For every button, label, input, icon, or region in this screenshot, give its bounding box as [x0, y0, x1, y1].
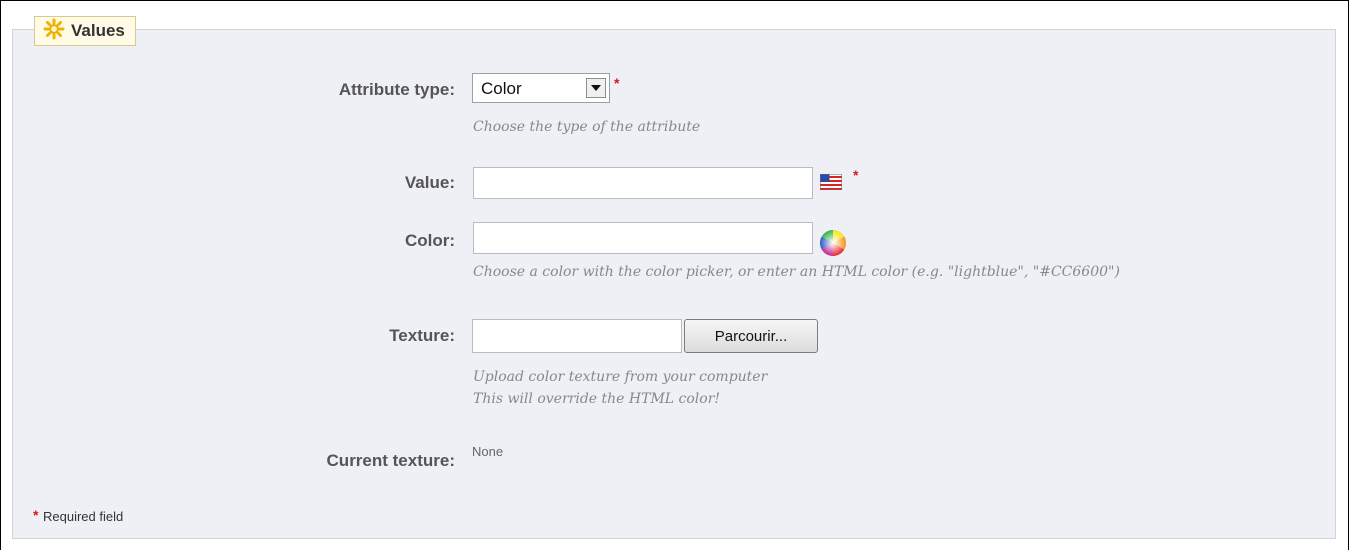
attribute-type-required-mark: *	[614, 75, 620, 91]
color-label: Color:	[404, 231, 455, 250]
attribute-type-select[interactable]: Color	[472, 73, 610, 103]
gear-star-icon	[43, 18, 65, 45]
values-legend: Values	[34, 16, 136, 46]
footer-required-mark: *	[33, 507, 39, 523]
required-field-note: Required field	[43, 509, 124, 524]
value-required-mark: *	[853, 167, 859, 183]
texture-file-input[interactable]	[472, 319, 682, 353]
us-flag-icon[interactable]	[819, 173, 843, 195]
attribute-type-hint: Choose the type of the attribute	[473, 119, 701, 135]
texture-hint-line1: Upload color texture from your computer	[473, 369, 768, 385]
chevron-down-icon[interactable]	[586, 78, 606, 98]
texture-hint-line2: This will override the HTML color!	[473, 391, 721, 407]
window-border-top	[0, 0, 1349, 1]
browse-button[interactable]: Parcourir...	[684, 319, 818, 353]
color-wheel-icon[interactable]	[819, 229, 847, 262]
legend-title: Values	[71, 21, 125, 40]
current-texture-label: Current texture:	[326, 451, 455, 470]
attribute-type-label: Attribute type:	[338, 80, 455, 99]
value-label: Value:	[404, 173, 455, 192]
texture-label: Texture:	[389, 326, 455, 345]
current-texture-value: None	[472, 444, 504, 459]
window-border-left	[0, 0, 1, 550]
color-input[interactable]	[473, 222, 813, 254]
color-hint: Choose a color with the color picker, or…	[473, 264, 1120, 280]
value-input[interactable]	[473, 167, 813, 199]
attribute-type-selected: Color	[481, 79, 522, 98]
